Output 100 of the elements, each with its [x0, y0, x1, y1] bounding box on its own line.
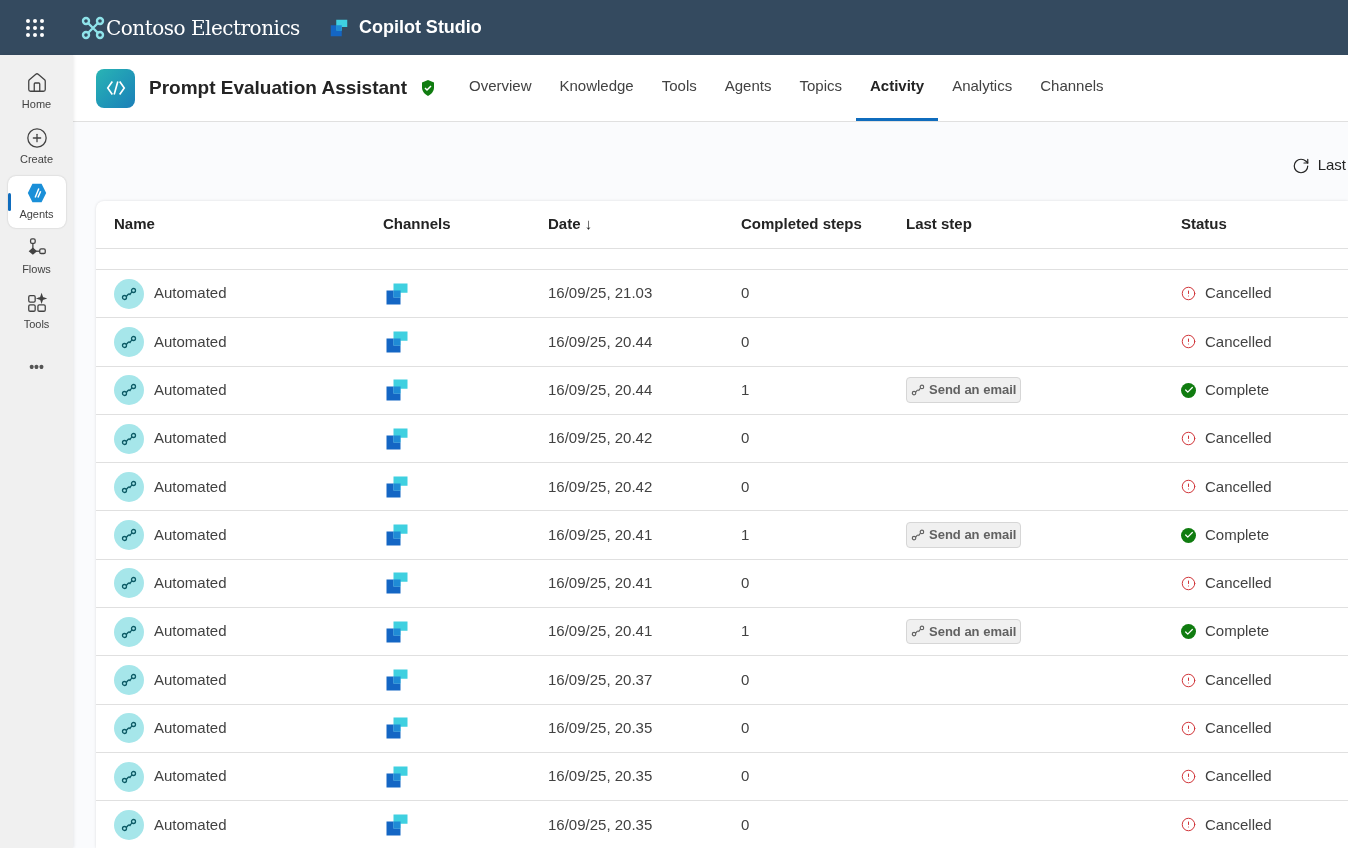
- flow-icon: [121, 623, 137, 640]
- run-name: Automated: [154, 573, 227, 594]
- app-launcher-icon[interactable]: [25, 17, 45, 38]
- last-step-chip: Send an email: [906, 377, 1022, 403]
- flow-icon: [121, 382, 137, 399]
- agent-avatar-icon: [96, 68, 135, 108]
- nav-tab[interactable]: Activity: [856, 55, 939, 121]
- rail-item[interactable]: Flows: [7, 231, 66, 283]
- rail-item[interactable]: Agents: [7, 176, 66, 228]
- column-header[interactable]: Name: [114, 213, 155, 236]
- completed-steps: 0: [741, 717, 906, 740]
- run-date: 16/09/25, 20.44: [548, 380, 654, 400]
- flow-icon: [911, 527, 925, 542]
- flow-icon: [121, 285, 137, 302]
- completed-steps: 0: [741, 475, 906, 499]
- run-name: Automated: [154, 669, 227, 690]
- nav-tab[interactable]: Agents: [710, 55, 786, 121]
- column-header[interactable]: Completed steps: [741, 213, 862, 236]
- status-text: Complete: [1205, 621, 1270, 642]
- column-header[interactable]: Status: [1181, 213, 1227, 236]
- table-row[interactable]: Automated 16/09/25, 20.41 1 Send an email Complete: [96, 608, 1348, 657]
- status-text: Cancelled: [1205, 766, 1272, 787]
- rail-item[interactable]: Home: [7, 66, 66, 118]
- completed-steps: 0: [741, 765, 906, 788]
- run-date: 16/09/25, 20.41: [548, 524, 654, 545]
- run-name: Automated: [154, 428, 227, 449]
- run-date: 16/09/25, 20.42: [548, 428, 654, 449]
- nav-tab[interactable]: Overview: [454, 55, 546, 121]
- run-date: 16/09/25, 20.42: [548, 476, 654, 497]
- run-name: Automated: [154, 718, 227, 739]
- flow-icon: [911, 624, 925, 639]
- flow-icon: [911, 382, 925, 397]
- flow-icon: [121, 527, 137, 544]
- status-text: Cancelled: [1205, 283, 1272, 304]
- flow-icon: [121, 720, 137, 737]
- run-date: 16/09/25, 20.35: [548, 766, 654, 787]
- agent-title: Prompt Evaluation Assistant: [149, 75, 407, 100]
- refresh-button[interactable]: Last: [1291, 154, 1346, 177]
- completed-steps: 1: [741, 379, 906, 402]
- product-name: Copilot Studio: [358, 16, 482, 39]
- completed-steps: 0: [741, 668, 906, 692]
- run-date: 16/09/25, 20.41: [548, 621, 654, 642]
- flow-icon: [121, 478, 137, 495]
- run-name: Automated: [154, 331, 227, 352]
- alert-circle-icon: [1181, 720, 1196, 736]
- table-row[interactable]: Automated 16/09/25, 20.41 1 Send an email Complete: [96, 511, 1348, 560]
- status-text: Cancelled: [1205, 573, 1272, 594]
- table-row[interactable]: Automated 16/09/25, 20.35 0 Cancelled: [96, 704, 1348, 753]
- plus-circle-icon: [25, 126, 48, 149]
- rail-item[interactable]: Create: [7, 121, 66, 173]
- alert-circle-icon: [1181, 479, 1196, 495]
- alert-circle-icon: [1181, 817, 1196, 833]
- alert-circle-icon: [1181, 334, 1196, 350]
- run-date: 16/09/25, 20.37: [548, 669, 654, 690]
- alert-circle-icon: [1181, 672, 1196, 688]
- completed-steps: 0: [741, 330, 906, 354]
- run-name: Automated: [154, 621, 227, 642]
- table-row[interactable]: Automated 16/09/25, 20.44 1 Send an email Complete: [96, 366, 1348, 415]
- table-row[interactable]: Automated 16/09/25, 21.03 0 Cancelled: [96, 270, 1348, 319]
- nav-tab[interactable]: Analytics: [938, 55, 1027, 121]
- completed-steps: 0: [741, 427, 906, 450]
- last-step-chip: Send an email: [906, 522, 1022, 548]
- status-text: Cancelled: [1205, 476, 1272, 497]
- nav-tab[interactable]: Channels: [1026, 55, 1118, 121]
- run-date: 16/09/25, 20.35: [548, 814, 654, 835]
- column-header[interactable]: Last step: [906, 213, 972, 236]
- table-row[interactable]: Automated 16/09/25, 20.42 0 Cancelled: [96, 463, 1348, 512]
- status-text: Complete: [1205, 524, 1270, 545]
- table-row[interactable]: Automated 16/09/25, 20.44 0 Cancelled: [96, 318, 1348, 367]
- flow-icon: [121, 672, 137, 688]
- drone-logo-icon: [81, 14, 105, 41]
- run-date: 16/09/25, 20.35: [548, 718, 654, 739]
- table-row[interactable]: Automated 16/09/25, 20.42 0 Cancelled: [96, 414, 1348, 464]
- status-text: Cancelled: [1205, 814, 1272, 835]
- run-name: Automated: [154, 283, 227, 304]
- run-date: 16/09/25, 21.03: [548, 283, 654, 304]
- table-row[interactable]: Automated 16/09/25, 20.37 0 Cancelled: [96, 656, 1348, 705]
- flow-icon: [121, 816, 137, 833]
- completed-steps: 1: [741, 620, 906, 643]
- run-name: Automated: [154, 814, 227, 835]
- table-row[interactable]: Automated 16/09/25, 20.35 0 Cancelled: [96, 801, 1348, 848]
- status-text: Cancelled: [1205, 428, 1272, 449]
- nav-tab[interactable]: Tools: [647, 55, 711, 121]
- nav-tab[interactable]: Knowledge: [545, 55, 648, 121]
- alert-circle-icon: [1181, 431, 1196, 447]
- run-name: Automated: [154, 524, 227, 545]
- column-header[interactable]: Date ↓: [548, 213, 593, 236]
- column-header[interactable]: Channels: [383, 213, 451, 236]
- shield-check-icon: [419, 79, 436, 97]
- agents-logo-icon: [25, 181, 48, 204]
- status-text: Cancelled: [1205, 718, 1272, 739]
- org-name: Contoso Electronics: [106, 14, 300, 42]
- table-row[interactable]: Automated 16/09/25, 20.35 0 Cancelled: [96, 752, 1348, 802]
- table-row[interactable]: Automated 16/09/25, 20.41 0 Cancelled: [96, 559, 1348, 609]
- run-name: Automated: [154, 476, 227, 497]
- rail-item[interactable]: Tools: [7, 286, 66, 338]
- flow-icon: [121, 430, 137, 447]
- nav-tab[interactable]: Topics: [785, 55, 856, 121]
- rail-item[interactable]: •••: [7, 341, 66, 393]
- flow-icon: [121, 768, 137, 785]
